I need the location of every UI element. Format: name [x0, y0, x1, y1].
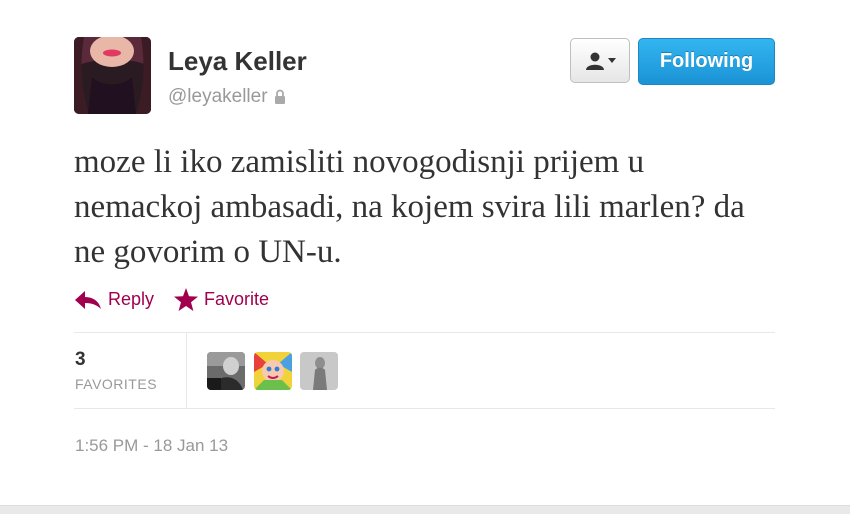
lock-icon [274, 89, 286, 105]
chevron-down-icon [607, 57, 616, 63]
favoriter-photo [300, 352, 338, 390]
tweet-card: Leya Keller @leyakeller Following moze l… [0, 0, 850, 505]
favoriter-photo [254, 352, 292, 390]
favorite-label: Favorite [204, 289, 270, 309]
favorites-label: FAVORITES [75, 376, 158, 392]
user-actions-dropdown-button[interactable] [570, 38, 630, 83]
person-icon [585, 52, 604, 70]
author-avatar[interactable] [74, 37, 151, 114]
tweet-text: moze li iko zamisliti novogodisnji prije… [74, 144, 745, 270]
author-full-name[interactable]: Leya Keller [168, 46, 307, 77]
reply-arrow-icon [75, 290, 101, 309]
reply-button[interactable]: Reply [74, 289, 154, 310]
favoriter-avatar[interactable] [300, 352, 338, 390]
stats-divider-bottom [74, 408, 775, 409]
reply-label: Reply [108, 289, 155, 309]
tweet-timestamp[interactable]: 1:56 PM - 18 Jan 13 [75, 436, 228, 456]
favorite-button[interactable]: Favorite [174, 288, 269, 311]
favorites-count[interactable]: 3 [75, 349, 86, 371]
tweet-actions: Reply Favorite [74, 288, 269, 311]
stats-separator [186, 333, 187, 408]
favoriter-avatar[interactable] [207, 352, 245, 390]
star-icon [174, 288, 199, 311]
stats-divider-top [74, 332, 775, 333]
screen-name-row: @leyakeller [168, 86, 286, 108]
following-button[interactable]: Following [638, 38, 775, 85]
author-screen-name[interactable]: @leyakeller [168, 86, 268, 108]
favoriter-avatar[interactable] [254, 352, 292, 390]
favoriter-photo [207, 352, 245, 390]
avatar-photo [74, 37, 151, 114]
